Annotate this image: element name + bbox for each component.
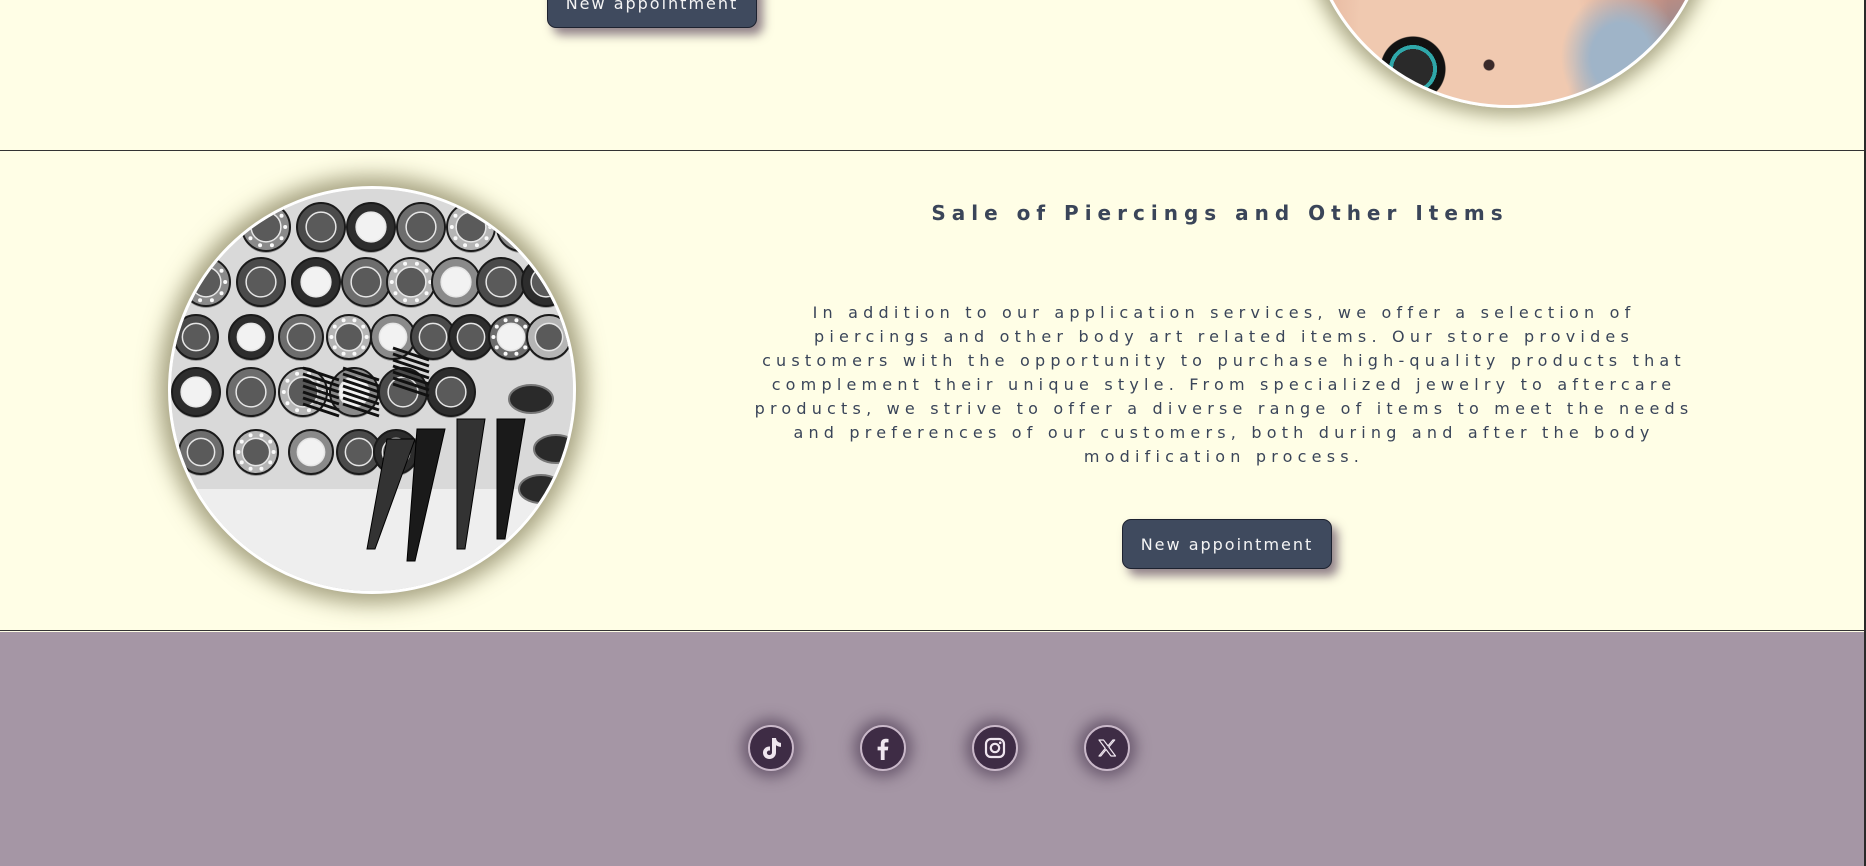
new-appointment-button[interactable]: New appointment [1122,519,1332,569]
jewelry-illustration [171,189,573,591]
instagram-link[interactable] [972,725,1018,771]
new-appointment-button-top[interactable]: New appointment [547,0,757,28]
ear-stretcher-photo [1306,0,1712,108]
piercing-jewelry-photo [168,186,576,594]
instagram-icon [984,737,1006,759]
facebook-icon [877,738,889,760]
shop-section: Sale of Piercings and Other Items In add… [0,151,1864,631]
social-links [748,725,1130,771]
shop-section-description: In addition to our application services,… [754,303,1694,466]
tiktok-icon [763,738,781,759]
x-twitter-link[interactable] [1084,725,1130,771]
tattoo-service-section: New appointment [0,0,1864,151]
tiktok-link[interactable] [748,725,794,771]
page: New appointment Sale of Piercings and Ot… [0,0,1866,866]
facebook-link[interactable] [860,725,906,771]
footer [0,632,1864,866]
x-twitter-icon [1098,739,1117,757]
shop-section-title: Sale of Piercings and Other Items [931,201,1509,225]
